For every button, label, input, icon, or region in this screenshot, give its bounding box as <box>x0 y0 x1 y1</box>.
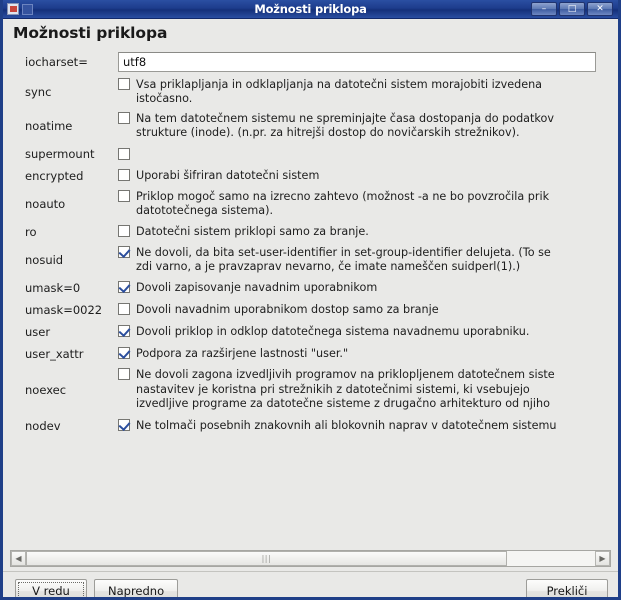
scroll-right-arrow-icon[interactable]: ▶ <box>595 551 610 566</box>
option-label: umask=0022 <box>25 303 103 317</box>
page-title: Možnosti priklopa <box>13 24 168 42</box>
option-row: user_xattr Podpora za razširjene lastnost… <box>3 343 618 365</box>
title-bar[interactable]: Možnosti priklopa – □ ✕ <box>3 0 618 19</box>
option-checkbox[interactable] <box>118 224 130 237</box>
options-list: iocharset= sync Vsa priklapljanja in odkla… <box>3 45 618 437</box>
mount-options-dialog: Možnosti priklopa – □ ✕ Možnosti priklop… <box>0 0 621 600</box>
option-control: Ne tolmači posebnih znakovnih ali blokov… <box>118 418 618 434</box>
horizontal-scrollbar-container: ◀ ||| ▶ <box>3 548 618 567</box>
option-label: ro <box>25 225 37 239</box>
dialog-header: Možnosti priklopa <box>3 19 618 45</box>
option-label: noexec <box>25 383 67 397</box>
minimize-icon[interactable]: – <box>531 2 557 16</box>
option-checkbox[interactable] <box>118 302 130 315</box>
option-checkbox[interactable] <box>118 148 130 160</box>
option-control: Ne dovoli zagona izvedljivih programov n… <box>118 368 618 412</box>
option-control: Ne dovoli, da bita set-user-identifier i… <box>118 245 618 275</box>
option-checkbox[interactable] <box>118 168 130 181</box>
option-control: Na tem datotečnem sistemu ne spreminjajt… <box>118 111 618 141</box>
option-control: Podpora za razširjene lastnosti "user." <box>118 346 618 362</box>
cancel-button[interactable]: Prekliči <box>526 579 608 597</box>
option-control: Vsa priklapljanja in odklapljanja na dat… <box>118 77 618 107</box>
option-checkbox[interactable] <box>118 189 130 202</box>
option-description: Dovoli navadnim uporabnikom dostop samo … <box>136 302 439 316</box>
option-row: user Dovoli priklop in odklop datotečnega… <box>3 321 618 343</box>
option-label: iocharset= <box>25 55 88 69</box>
option-checkbox[interactable] <box>118 346 130 359</box>
advanced-button[interactable]: Napredno <box>94 579 179 597</box>
option-label: noatime <box>25 119 73 133</box>
option-control <box>118 148 618 160</box>
option-description: Vsa priklapljanja in odklapljanja na dat… <box>136 77 543 106</box>
option-checkbox[interactable] <box>118 111 130 124</box>
title-bar-icons <box>3 3 33 15</box>
option-row: ro Datotečni sistem priklopi samo za bran… <box>3 221 618 243</box>
option-description: Ne dovoli, da bita set-user-identifier i… <box>136 245 551 274</box>
option-row: noauto Priklop mogoč samo na izrecno zaht… <box>3 187 618 221</box>
option-description: Uporabi šifriran datotečni sistem <box>136 168 320 182</box>
option-label: user_xattr <box>25 347 84 361</box>
option-checkbox[interactable] <box>118 77 130 90</box>
option-label: noauto <box>25 197 66 211</box>
window-icon <box>22 3 33 15</box>
window-title: Možnosti priklopa <box>254 2 367 16</box>
close-icon[interactable]: ✕ <box>587 2 613 16</box>
option-description: Datotečni sistem priklopi samo za branje… <box>136 224 369 238</box>
option-control: Datotečni sistem priklopi samo za branje… <box>118 224 618 240</box>
option-description: Dovoli zapisovanje navadnim uporabnikom <box>136 280 378 294</box>
option-label: nodev <box>25 419 61 433</box>
option-row: noatime Na tem datotečnem sistemu ne spre… <box>3 109 618 143</box>
option-label: sync <box>25 85 52 99</box>
options-scroll-area[interactable]: iocharset= sync Vsa priklapljanja in odkla… <box>3 45 618 548</box>
maximize-icon[interactable]: □ <box>559 2 585 16</box>
document-icon <box>7 3 19 15</box>
option-row: nodev Ne tolmači posebnih znakovnih ali b… <box>3 415 618 437</box>
window-controls: – □ ✕ <box>531 2 618 16</box>
option-label: nosuid <box>25 253 64 267</box>
option-label: supermount <box>25 147 95 161</box>
option-control: Uporabi šifriran datotečni sistem <box>118 168 618 184</box>
option-checkbox[interactable] <box>118 324 130 337</box>
option-control: Dovoli zapisovanje navadnim uporabnikom <box>118 280 618 296</box>
option-row: iocharset= <box>3 49 618 75</box>
option-control <box>118 52 618 72</box>
scroll-left-arrow-icon[interactable]: ◀ <box>11 551 26 566</box>
option-label: user <box>25 325 51 339</box>
option-checkbox[interactable] <box>118 245 130 258</box>
option-label: encrypted <box>25 169 84 183</box>
option-row: sync Vsa priklapljanja in odklapljanja na… <box>3 75 618 109</box>
option-checkbox[interactable] <box>118 418 130 431</box>
option-description: Priklop mogoč samo na izrecno zahtevo (m… <box>136 189 550 218</box>
option-description: Podpora za razširjene lastnosti "user." <box>136 346 349 360</box>
horizontal-scrollbar[interactable]: ◀ ||| ▶ <box>10 550 611 567</box>
dialog-button-bar: V redu Napredno Prekliči <box>3 572 618 597</box>
option-label: umask=0 <box>25 281 81 295</box>
option-checkbox[interactable] <box>118 280 130 293</box>
option-control: Dovoli navadnim uporabnikom dostop samo … <box>118 302 618 318</box>
option-row: umask=0022 Dovoli navadnim uporabnikom do… <box>3 299 618 321</box>
option-row: encrypted Uporabi šifriran datotečni sist… <box>3 165 618 187</box>
scrollbar-thumb[interactable]: ||| <box>26 551 507 566</box>
option-control: Dovoli priklop in odklop datotečnega sis… <box>118 324 618 340</box>
option-row: supermount <box>3 143 618 165</box>
option-description: Na tem datotečnem sistemu ne spreminjajt… <box>136 111 554 140</box>
option-description: Dovoli priklop in odklop datotečnega sis… <box>136 324 530 338</box>
ok-button[interactable]: V redu <box>15 579 87 597</box>
option-row: noexec Ne dovoli zagona izvedljivih progr… <box>3 365 618 415</box>
iocharset-input[interactable] <box>118 52 596 72</box>
option-checkbox[interactable] <box>118 368 130 381</box>
option-description: Ne tolmači posebnih znakovnih ali blokov… <box>136 418 557 432</box>
option-row: nosuid Ne dovoli, da bita set-user-identi… <box>3 243 618 277</box>
scrollbar-track[interactable]: ||| <box>26 551 595 566</box>
option-control: Priklop mogoč samo na izrecno zahtevo (m… <box>118 189 618 219</box>
scrollbar-grip-icon: ||| <box>261 554 272 563</box>
option-description: Ne dovoli zagona izvedljivih programov n… <box>136 368 555 411</box>
option-row: umask=0 Dovoli zapisovanje navadnim upora… <box>3 277 618 299</box>
